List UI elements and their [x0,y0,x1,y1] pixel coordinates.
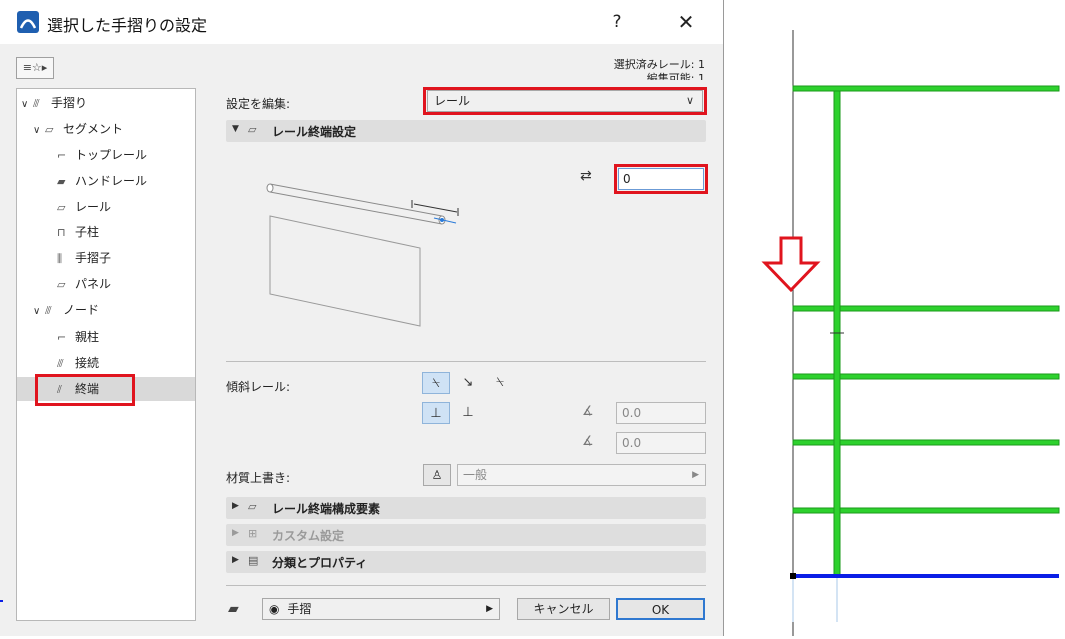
chevron-down-icon[interactable]: ∨ [33,119,45,143]
highlight-offset-input [614,164,708,194]
connection-icon: ⫻ [57,357,64,370]
angle-icon: ∡ [582,404,594,419]
tree-item-label: レール [75,200,112,214]
top-rail-icon: ⌐ [57,149,67,162]
rail-icon: ▱ [248,123,257,136]
main-post-icon: ⌐ [57,331,67,344]
tree-item-post[interactable]: ⊓ 子柱 [57,220,99,244]
drawing-canvas[interactable] [724,0,1065,636]
left-edge-marker [0,600,3,602]
tree-item-main-post[interactable]: ⌐ 親柱 [57,325,99,349]
help-button[interactable]: ? [602,8,632,36]
node-icon: ⫻ [45,304,52,317]
slope-option-1[interactable]: ⍀ [422,372,450,394]
material-dropdown[interactable]: 一般 ▶ [457,464,706,486]
tree-item-rail[interactable]: ▱ レール [57,195,111,219]
angle1-input[interactable]: 0.0 [616,402,706,424]
cancel-button[interactable]: キャンセル [517,598,610,620]
railing-drawing [761,30,1060,636]
title-bar: 選択した手摺りの設定 ? ✕ [0,0,723,44]
dialog-title: 選択した手摺りの設定 [47,16,208,35]
settings-dialog: 選択した手摺りの設定 ? ✕ ≡☆▸ 選択済みレール: 1 編集可能: 1 ∨ ⫻… [0,0,724,636]
layer-dropdown[interactable]: ◉ 手摺 ▶ [262,598,500,620]
material-override-label: 材質上書き: [226,471,291,485]
highlight-edit-dropdown [423,87,707,115]
tree-item-label: ハンドレール [75,174,148,188]
collapse-triangle-icon: ▼ [232,124,239,134]
angle-icon: ∡ [582,434,594,449]
layers-icon: ▰ [228,601,239,617]
layer-name: 手摺 [287,602,312,616]
post-icon: ⊓ [57,226,66,239]
tree-item-handrail-rail[interactable]: ▰ ハンドレール [57,169,147,193]
settings-tree: ∨ ⫻ 手摺り ∨ ▱ セグメント ⌐ トップレール ▰ ハンドレール ▱ レール ⊓ 子柱 ⫼… [16,88,196,621]
tree-item-handrail[interactable]: ∨ ⫻ 手摺り [21,91,87,115]
expand-triangle-icon: ▶ [232,501,239,511]
baluster-icon: ⫼ [57,252,63,265]
panel-icon: ▱ [57,278,66,291]
expand-triangle-icon: ▶ [232,555,239,565]
slope-end-option-1[interactable]: ⊥ [422,402,450,424]
tree-item-panel[interactable]: ▱ パネル [57,272,111,296]
section-custom-settings[interactable]: ▶ ⊞ カスタム設定 [226,524,706,546]
angle2-input[interactable]: 0.0 [616,432,706,454]
tree-item-label: 子柱 [75,225,100,239]
rail-icon: ▱ [248,500,257,513]
rail-end-preview [266,183,459,327]
divider [226,361,706,362]
document-icon: ▤ [248,554,259,567]
eye-icon: ◉ [269,602,280,616]
paint-brush-button[interactable]: ♙ [423,464,451,486]
tree-item-label: セグメント [63,122,124,136]
tree-item-label: パネル [75,277,112,291]
slope-end-option-2[interactable]: ⊥ [454,402,482,424]
editable-count: 編集可能: 1 [646,72,705,80]
tree-item-label: 接続 [75,356,100,370]
edit-settings-label: 設定を編集: [226,97,291,111]
tree-item-connection[interactable]: ⫻ 接続 [57,351,99,375]
section-title: カスタム設定 [272,529,345,543]
chevron-down-icon[interactable]: ∨ [33,300,45,324]
tree-item-top-rail[interactable]: ⌐ トップレール [57,143,147,167]
section-rail-end-components[interactable]: ▶ ▱ レール終端構成要素 [226,497,706,519]
chevron-right-icon: ▶ [486,604,493,614]
paint-brush-icon: ♙ [431,468,443,482]
tree-item-segment[interactable]: ∨ ▱ セグメント [33,117,123,141]
slope-option-3[interactable]: ⍀ [486,372,514,394]
slope-option-2[interactable]: ↘ [454,372,482,394]
highlight-end-item [35,374,135,406]
favorites-button[interactable]: ≡☆▸ [16,57,54,79]
rail-icon: ▱ [57,201,66,214]
custom-settings-icon: ⊞ [248,527,258,540]
chevron-down-icon[interactable]: ∨ [21,93,33,117]
tree-item-label: ノード [63,303,100,317]
tree-item-label: 親柱 [75,330,100,344]
archicad-app-icon [17,11,39,33]
section-classification-properties[interactable]: ▶ ▤ 分類とプロパティ [226,551,706,573]
tree-item-label: トップレール [75,148,148,162]
section-title: 分類とプロパティ [272,556,368,570]
ok-button[interactable]: OK [616,598,705,620]
section-title: レール終端構成要素 [272,502,381,516]
tree-item-baluster[interactable]: ⫼ 手摺子 [57,246,111,270]
divider [226,585,706,586]
chevron-right-icon: ▶ [692,470,699,480]
tree-item-node[interactable]: ∨ ⫻ ノード [33,298,99,322]
close-button[interactable]: ✕ [668,8,704,36]
tree-item-label: 手摺子 [75,251,112,265]
tree-item-label: 手摺り [51,96,88,110]
expand-triangle-icon: ▶ [232,528,239,538]
slope-rail-label: 傾斜レール: [226,380,291,394]
section-rail-end-settings[interactable]: ▼ ▱ レール終端設定 [226,120,706,142]
handrail-icon: ⫻ [33,97,40,110]
section-title: レール終端設定 [272,125,357,139]
segment-icon: ▱ [45,123,54,136]
offset-icon: ⇄ [580,168,592,184]
handrail-rail-icon: ▰ [57,175,66,188]
